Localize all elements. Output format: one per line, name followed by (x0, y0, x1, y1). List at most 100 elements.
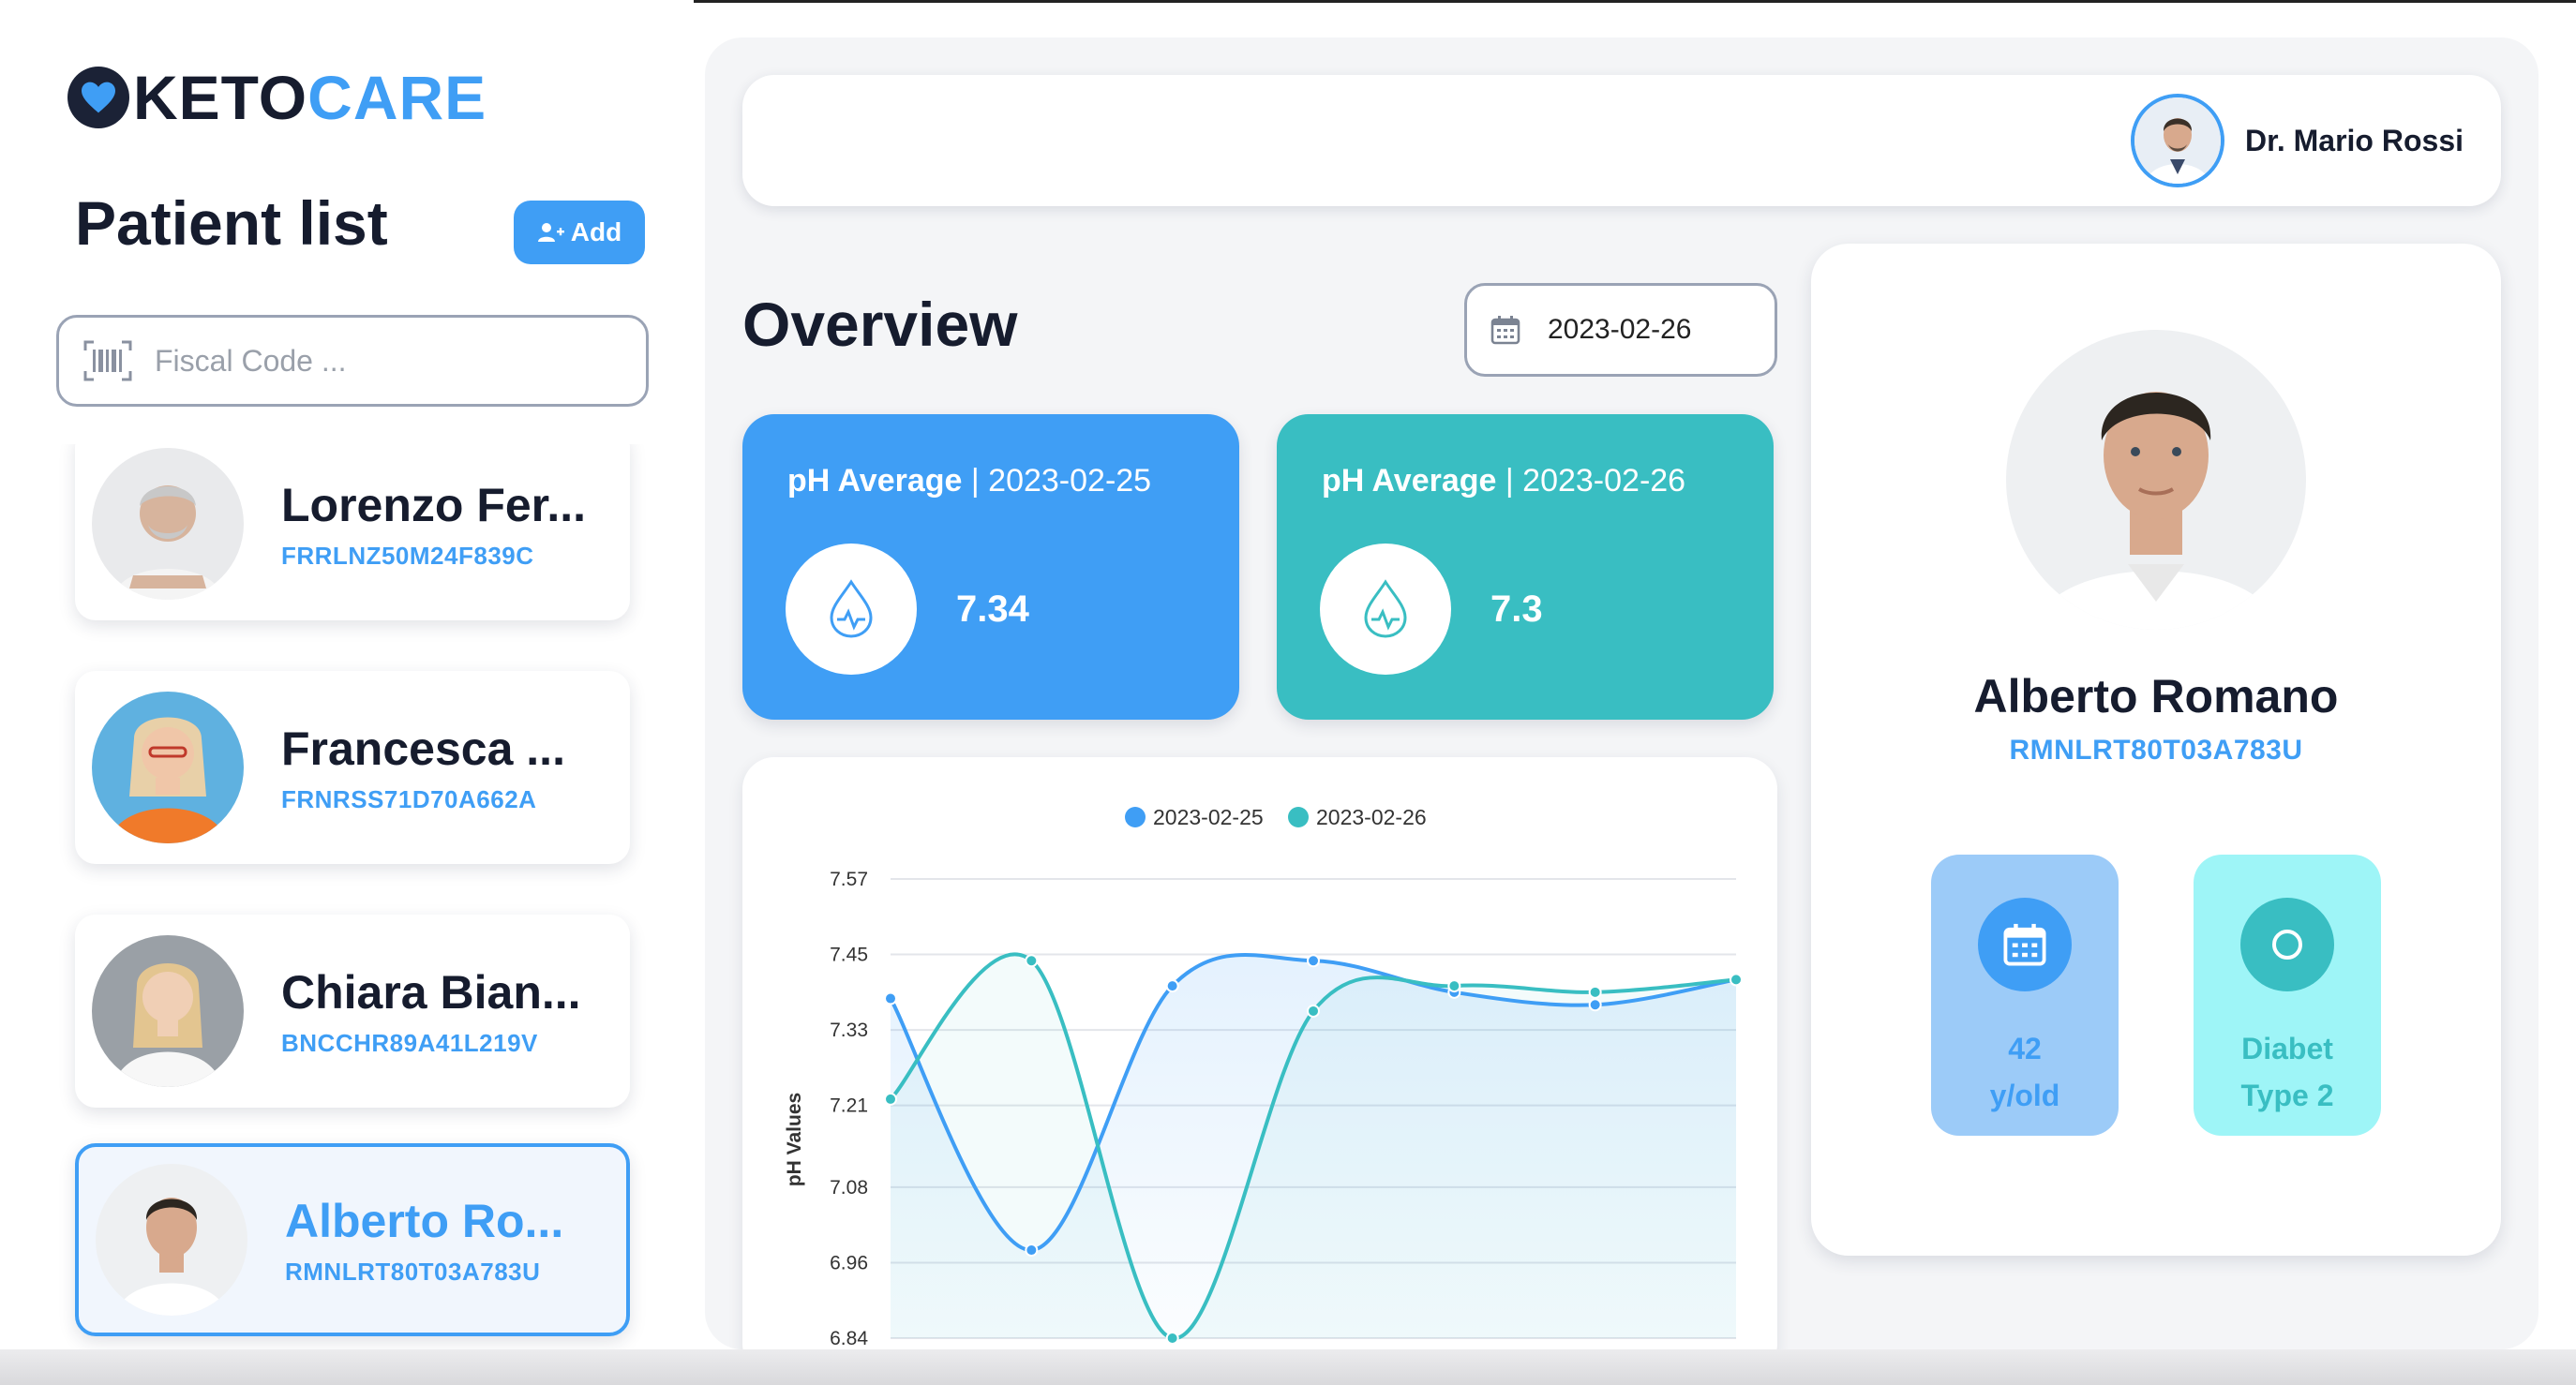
data-point[interactable] (1447, 979, 1461, 993)
sidebar: KETOCARE Patient list Add Lorenzo Fer...… (0, 0, 694, 1385)
data-point[interactable] (1307, 954, 1320, 968)
diagnosis-line-2: Type 2 (2240, 1079, 2334, 1112)
profile-name: Alberto Romano (1973, 670, 2339, 722)
logo-part-keto: KETO (133, 63, 308, 132)
logo-text: KETOCARE (133, 62, 487, 133)
patient-name: Alberto Ro... (285, 1194, 564, 1247)
stat-label: pH Average (787, 463, 963, 499)
patient-code: FRNRSS71D70A662A (281, 784, 537, 813)
logo-part-care: CARE (307, 63, 487, 132)
data-point[interactable] (1025, 954, 1039, 968)
ph-drop-icon (1320, 544, 1451, 675)
ph-average-card-day1[interactable]: pH Average | 2023-02-25 7.34 (742, 414, 1239, 720)
chart-legend: 2023-02-25 2023-02-26 (1125, 805, 1427, 829)
data-point[interactable] (884, 1092, 897, 1106)
doctor-photo (2134, 97, 2222, 184)
legend-swatch-series-2 (1288, 807, 1309, 827)
y-tick-label: 6.84 (830, 1328, 868, 1349)
legend-label-series-1: 2023-02-25 (1153, 805, 1264, 829)
legend-label-series-2: 2023-02-26 (1316, 805, 1427, 829)
diagnosis-text: Diabet Type 2 (2203, 1025, 2372, 1119)
chart-y-axis-label: pH Values (784, 1093, 805, 1186)
patient-info: Francesca ... FRNRSS71D70A662A (281, 722, 565, 814)
patient-avatar (92, 935, 244, 1087)
doctor-name: Dr. Mario Rossi (2245, 123, 2464, 157)
patient-photo (92, 448, 244, 600)
logo[interactable]: KETOCARE (67, 62, 487, 133)
patient-avatar (96, 1164, 247, 1316)
patient-profile-card: Alberto Romano RMNLRT80T03A783U 42 y/old … (1811, 244, 2501, 1256)
window-bottom-edge (0, 1349, 2576, 1385)
calendar-icon (1978, 898, 2072, 991)
doctor-avatar (2131, 94, 2225, 187)
ph-line-chart: 7.57 7.45 7.33 7.21 7.08 6.96 6.84 pH Values 2… (784, 805, 1743, 1349)
patient-name: Lorenzo Fer... (281, 478, 587, 531)
age-tile: 42 y/old (1931, 855, 2119, 1136)
add-user-icon (537, 223, 564, 242)
patient-photo (92, 935, 244, 1087)
y-tick-label: 7.57 (830, 869, 868, 890)
date-picker[interactable]: 2023-02-26 (1464, 283, 1777, 377)
add-button-label: Add (570, 217, 622, 246)
age-value: 42 (2008, 1032, 2042, 1065)
patient-avatar (92, 448, 244, 600)
heart-icon (67, 67, 129, 128)
add-patient-button[interactable]: Add (514, 201, 645, 264)
stat-label: pH Average (1322, 463, 1497, 499)
barcode-icon (83, 340, 132, 381)
patient-list-title: Patient list (75, 188, 388, 258)
chart-y-ticks: 7.57 7.45 7.33 7.21 7.08 6.96 6.84 (830, 869, 868, 1349)
stat-title: pH Average | 2023-02-26 (1322, 463, 1685, 499)
patient-info: Chiara Bian... BNCCHR89A41L219V (281, 965, 581, 1058)
age-unit: y/old (1989, 1079, 2060, 1112)
main-panel: Dr. Mario Rossi Overview 2023-02-26 pH A… (705, 37, 2539, 1376)
data-point[interactable] (1025, 1244, 1039, 1258)
data-point[interactable] (1165, 1332, 1179, 1345)
calendar-icon (1490, 316, 1520, 345)
stat-value: 7.34 (956, 588, 1029, 630)
patient-card[interactable]: Lorenzo Fer... FRRLNZ50M24F839C (75, 444, 630, 620)
patient-card[interactable]: Chiara Bian... BNCCHR89A41L219V (75, 915, 630, 1108)
stat-value: 7.3 (1490, 588, 1543, 630)
diagnosis-tile: Diabet Type 2 (2194, 855, 2381, 1136)
profile-photo (2006, 330, 2306, 630)
patient-code: FRRLNZ50M24F839C (281, 541, 534, 570)
legend-swatch-series-1 (1125, 807, 1146, 827)
ph-drop-icon (786, 544, 917, 675)
patient-code: BNCCHR89A41L219V (281, 1028, 538, 1057)
y-tick-label: 7.08 (830, 1177, 868, 1199)
y-tick-label: 7.33 (830, 1020, 868, 1041)
y-tick-label: 7.21 (830, 1095, 868, 1117)
data-point[interactable] (1165, 979, 1179, 993)
patient-name: Chiara Bian... (281, 965, 581, 1019)
data-point[interactable] (884, 991, 897, 1005)
top-header: Dr. Mario Rossi (742, 75, 2501, 206)
stat-date: | 2023-02-25 (962, 463, 1152, 499)
app-root: KETOCARE Patient list Add Lorenzo Fer...… (0, 0, 2576, 1385)
data-point[interactable] (1588, 985, 1602, 999)
patient-info: Alberto Ro... RMNLRT80T03A783U (285, 1194, 563, 1287)
data-point[interactable] (1307, 1004, 1320, 1018)
y-tick-label: 7.45 (830, 945, 868, 966)
data-point[interactable] (1588, 998, 1602, 1012)
patient-photo (96, 1164, 247, 1316)
y-tick-label: 6.96 (830, 1252, 868, 1273)
age-text: 42 y/old (1940, 1025, 2109, 1119)
search-input[interactable] (155, 343, 605, 379)
ring-icon (2240, 898, 2334, 991)
doctor-profile[interactable]: Dr. Mario Rossi (2131, 94, 2464, 187)
data-point[interactable] (1730, 973, 1743, 987)
patient-card[interactable]: Francesca ... FRNRSS71D70A662A (75, 671, 630, 864)
patient-avatar (92, 692, 244, 843)
patient-list: Lorenzo Fer... FRRLNZ50M24F839C Francesc… (56, 444, 656, 1385)
patient-photo (92, 692, 244, 843)
date-value: 2023-02-26 (1548, 314, 1692, 345)
profile-fiscal-code: RMNLRT80T03A783U (2009, 735, 2303, 766)
ph-average-card-day2[interactable]: pH Average | 2023-02-26 7.3 (1277, 414, 1774, 720)
fiscal-code-search[interactable] (56, 315, 649, 407)
diagnosis-line-1: Diabet (2241, 1032, 2333, 1065)
ph-chart-card: 7.57 7.45 7.33 7.21 7.08 6.96 6.84 pH Values 2… (742, 757, 1777, 1376)
patient-name: Francesca ... (281, 722, 565, 775)
patient-card-selected[interactable]: Alberto Ro... RMNLRT80T03A783U (75, 1143, 630, 1336)
stat-date: | 2023-02-26 (1496, 463, 1686, 499)
